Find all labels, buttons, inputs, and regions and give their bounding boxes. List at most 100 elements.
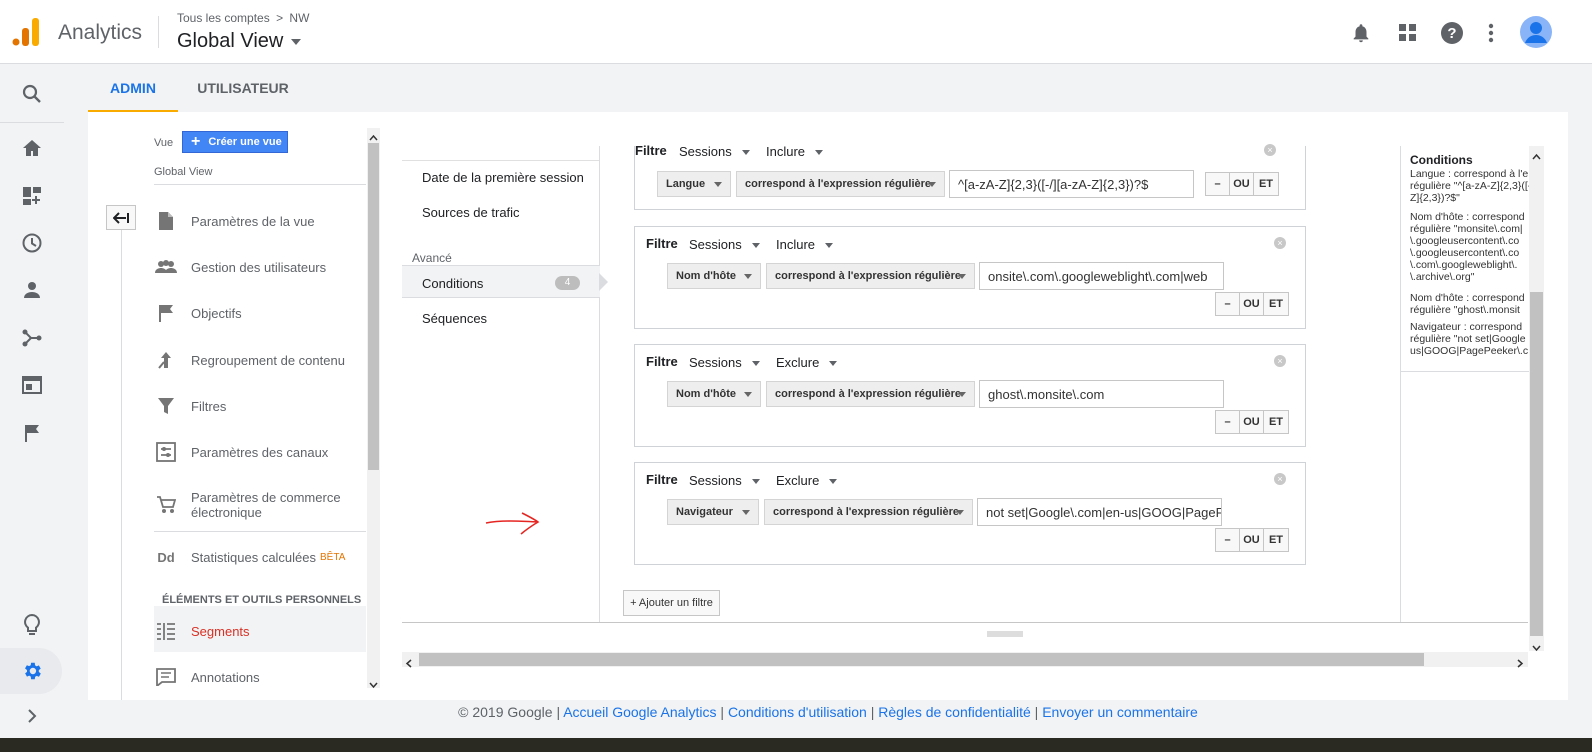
nav-scrollbar[interactable] <box>367 128 380 689</box>
nav-item-content-grouping[interactable]: Regroupement de contenu <box>155 349 370 371</box>
chevron-up-icon[interactable] <box>369 130 378 141</box>
footer-link-terms[interactable]: Conditions d'utilisation <box>728 704 867 720</box>
and-button[interactable]: ET <box>1254 173 1278 195</box>
nav-scroll-thumb[interactable] <box>368 143 379 470</box>
breadcrumb-account[interactable]: NW <box>289 11 309 25</box>
nav-item-calculated-metrics[interactable]: Dd Statistiques calculées BÊTA <box>155 546 370 568</box>
or-button[interactable]: OU <box>1240 529 1264 551</box>
nav-item-filters[interactable]: Filtres <box>155 395 370 417</box>
or-button[interactable]: OU <box>1240 293 1264 315</box>
dimension-dropdown[interactable]: Langue <box>657 171 731 197</box>
menu-divider <box>402 160 599 161</box>
avatar[interactable] <box>1520 16 1552 48</box>
remove-filter-icon[interactable]: × <box>1274 473 1286 485</box>
remove-condition-button[interactable]: – <box>1216 411 1240 433</box>
chevron-down-icon[interactable] <box>1532 639 1541 652</box>
mode-dropdown[interactable]: Exclure <box>776 355 838 370</box>
analytics-logo-icon[interactable] <box>12 17 40 47</box>
mode-dropdown[interactable]: Exclure <box>776 473 838 488</box>
and-button[interactable]: ET <box>1264 411 1288 433</box>
resize-handle-icon[interactable] <box>987 624 1023 637</box>
dimension-dropdown[interactable]: Nom d'hôte <box>667 263 761 289</box>
regex-input[interactable]: onsite\.com\.googleweblight\.com|web <box>979 262 1224 290</box>
editor-vscroll-thumb[interactable] <box>1530 292 1543 636</box>
nav-item-goals[interactable]: Objectifs <box>155 302 370 324</box>
or-button[interactable]: OU <box>1230 173 1254 195</box>
gear-icon[interactable] <box>18 657 46 685</box>
chevron-down-icon <box>928 182 936 187</box>
breadcrumb-all-accounts[interactable]: Tous les comptes <box>177 11 270 25</box>
footer-link-feedback[interactable]: Envoyer un commentaire <box>1042 704 1198 720</box>
footer-link-privacy[interactable]: Règles de confidentialité <box>878 704 1031 720</box>
nav-item-ecommerce-settings[interactable]: Paramètres de commerce électronique <box>155 490 370 520</box>
menu-item-first-session[interactable]: Date de la première session <box>422 170 584 185</box>
chevron-right-icon[interactable] <box>1515 655 1524 668</box>
help-icon[interactable]: ? <box>1440 21 1464 45</box>
regex-input[interactable]: ^[a-zA-Z]{2,3}([-/][a-zA-Z]{2,3})?$ <box>949 170 1194 198</box>
admin-tabs: ADMIN UTILISATEUR <box>88 64 1568 112</box>
operator-dropdown[interactable]: correspond à l'expression régulière <box>766 381 975 407</box>
editor-vertical-scrollbar[interactable] <box>1529 146 1544 652</box>
remove-filter-icon[interactable]: × <box>1274 237 1286 249</box>
view-selector[interactable]: Global View <box>177 30 302 53</box>
scope-value: Sessions <box>689 355 742 370</box>
home-icon[interactable] <box>18 134 46 162</box>
and-button[interactable]: ET <box>1264 529 1288 551</box>
remove-condition-button[interactable]: – <box>1216 529 1240 551</box>
regex-input[interactable]: not set|Google\.com|en-us|GOOG|PageF <box>977 498 1222 526</box>
realtime-icon[interactable] <box>18 229 46 257</box>
scope-dropdown[interactable]: Sessions <box>689 473 760 488</box>
apps-grid-icon[interactable] <box>1398 23 1418 43</box>
scope-dropdown[interactable]: Sessions <box>679 144 750 159</box>
menu-item-traffic-sources[interactable]: Sources de trafic <box>422 205 520 220</box>
regex-input[interactable]: ghost\.monsite\.com <box>979 380 1224 408</box>
nav-item-channel-settings[interactable]: Paramètres des canaux <box>155 441 370 463</box>
calculated-metrics-icon: Dd <box>157 549 175 565</box>
tab-admin[interactable]: ADMIN <box>88 64 178 112</box>
menu-item-sequences[interactable]: Séquences <box>422 311 487 326</box>
nav-item-annotations[interactable]: Annotations <box>155 666 370 688</box>
chevron-left-icon[interactable] <box>405 655 414 668</box>
operator-dropdown[interactable]: correspond à l'expression régulière <box>766 263 975 289</box>
operator-dropdown[interactable]: correspond à l'expression régulière <box>764 499 973 525</box>
behavior-icon[interactable] <box>18 371 46 399</box>
create-view-button[interactable]: + Créer une vue <box>182 131 288 153</box>
svg-text:?: ? <box>1447 25 1456 42</box>
chevron-down-icon[interactable] <box>369 676 378 689</box>
operator-dropdown[interactable]: correspond à l'expression régulière <box>736 171 945 197</box>
and-button[interactable]: ET <box>1264 293 1288 315</box>
editor-horizontal-scrollbar[interactable] <box>402 652 1528 668</box>
remove-condition-button[interactable]: – <box>1206 173 1230 195</box>
scope-dropdown[interactable]: Sessions <box>689 355 760 370</box>
more-vert-icon[interactable] <box>1488 23 1494 43</box>
bell-icon[interactable] <box>1350 22 1372 44</box>
or-button[interactable]: OU <box>1240 411 1264 433</box>
remove-condition-button[interactable]: – <box>1216 293 1240 315</box>
footer-link-home[interactable]: Accueil Google Analytics <box>563 704 716 720</box>
mode-dropdown[interactable]: Inclure <box>766 144 824 159</box>
nav-item-segments[interactable]: Segments <box>155 620 370 642</box>
acquisition-icon[interactable] <box>18 324 46 352</box>
conversions-icon[interactable] <box>18 419 46 447</box>
audience-icon[interactable] <box>18 276 46 304</box>
nav-item-user-management[interactable]: Gestion des utilisateurs <box>155 256 370 278</box>
tab-utilisateur[interactable]: UTILISATEUR <box>188 64 298 112</box>
dimension-dropdown[interactable]: Navigateur <box>667 499 759 525</box>
add-filter-button[interactable]: + Ajouter un filtre <box>623 590 720 616</box>
remove-filter-icon[interactable]: × <box>1274 355 1286 367</box>
nav-item-view-settings[interactable]: Paramètres de la vue <box>155 210 370 232</box>
lightbulb-icon[interactable] <box>18 611 46 639</box>
mode-dropdown[interactable]: Inclure <box>776 237 834 252</box>
chevron-up-icon[interactable] <box>1532 149 1541 160</box>
dimension-dropdown[interactable]: Nom d'hôte <box>667 381 761 407</box>
menu-item-conditions[interactable]: Conditions 4 <box>402 265 600 298</box>
scope-dropdown[interactable]: Sessions <box>689 237 760 252</box>
remove-filter-icon[interactable]: × <box>1264 144 1276 156</box>
operator-value: correspond à l'expression régulière <box>773 506 960 518</box>
breadcrumb[interactable]: Tous les comptes > NW <box>177 11 309 25</box>
customization-icon[interactable] <box>18 182 46 210</box>
editor-hscroll-thumb[interactable] <box>419 653 1424 666</box>
expand-icon[interactable] <box>18 702 46 730</box>
search-icon[interactable] <box>18 80 46 108</box>
back-button[interactable] <box>106 205 136 230</box>
